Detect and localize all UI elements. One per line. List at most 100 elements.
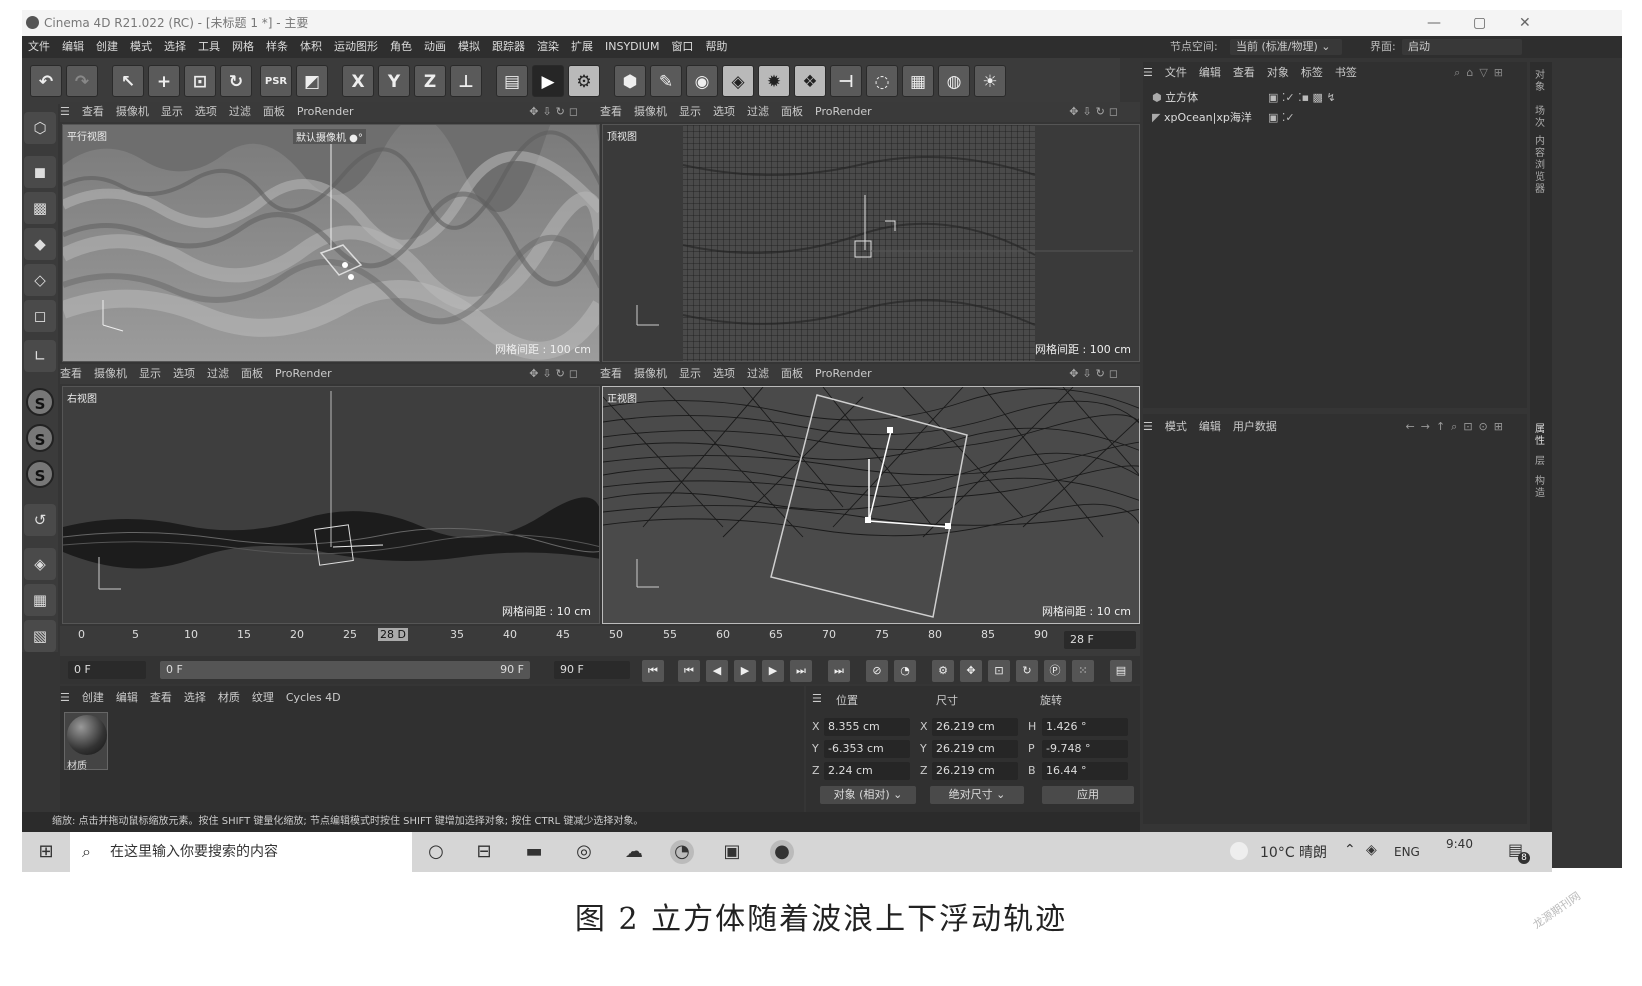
tab-objects[interactable]: 对象 <box>1535 70 1547 94</box>
menu-create[interactable]: 创建 <box>90 36 124 58</box>
go-to-end-icon[interactable]: ⏭ <box>828 660 850 682</box>
magnet-icon[interactable]: ↺ <box>24 504 56 536</box>
paint-icon[interactable]: ◌ <box>866 65 898 97</box>
cloner-icon[interactable]: ❖ <box>794 65 826 97</box>
viewport-nav-icons[interactable]: ✥⇩↻◻ <box>529 364 582 384</box>
input-language[interactable]: ENG <box>1394 845 1420 859</box>
y-axis-lock-icon[interactable]: Y <box>378 65 410 97</box>
om-view-menu[interactable]: 查看 <box>1233 66 1255 79</box>
viewport-nav-icons[interactable]: ✥⇩↻◻ <box>1069 364 1122 384</box>
wechat-icon[interactable]: ☁ <box>622 840 646 864</box>
video-app-icon[interactable]: ▣ <box>720 840 744 864</box>
size-z-field[interactable]: 26.219 cm <box>932 762 1018 780</box>
panel-menu[interactable]: 面板 <box>241 367 263 380</box>
current-frame-field[interactable]: 28 F <box>1064 631 1136 649</box>
options-menu[interactable]: 选项 <box>713 105 735 118</box>
om-file-menu[interactable]: 文件 <box>1165 66 1187 79</box>
workplane-icon[interactable]: ◈ <box>24 548 56 580</box>
menu-mograph[interactable]: 运动图形 <box>328 36 384 58</box>
tab-content-browser[interactable]: 内容浏览器 <box>1535 136 1547 196</box>
z-axis-lock-icon[interactable]: Z <box>414 65 446 97</box>
end-frame-field[interactable]: 90 F <box>554 661 630 679</box>
pla-key-icon[interactable]: ⁙ <box>1072 660 1094 682</box>
display-menu[interactable]: 显示 <box>139 367 161 380</box>
timeline-window-icon[interactable]: ▤ <box>1110 660 1132 682</box>
position-z-field[interactable]: 2.24 cm <box>824 762 910 780</box>
camera-menu[interactable]: 摄像机 <box>634 105 667 118</box>
psr-icon[interactable]: PSR <box>260 65 292 97</box>
menu-spline[interactable]: 样条 <box>260 36 294 58</box>
task-view-icon[interactable]: ⊟ <box>472 840 496 864</box>
visibility-check-icon[interactable]: ▣ ⁚✓ <box>1268 108 1295 128</box>
display-menu[interactable]: 显示 <box>679 367 701 380</box>
recent-tool-icon[interactable]: ◩ <box>296 65 328 97</box>
viewport-nav-icons[interactable]: ✥⇩↻◻ <box>1069 102 1122 122</box>
rotation-h-field[interactable]: 1.426 ° <box>1042 718 1128 736</box>
menu-mode[interactable]: 模式 <box>124 36 158 58</box>
rotation-key-icon[interactable]: ↻ <box>1016 660 1038 682</box>
go-to-start-icon[interactable]: ⏮ <box>642 660 664 682</box>
menu-select[interactable]: 选择 <box>158 36 192 58</box>
redo-icon[interactable]: ↷ <box>66 65 98 97</box>
weather-text[interactable]: 10°C 晴朗 <box>1260 842 1327 862</box>
pen-tool-icon[interactable]: ✎ <box>650 65 682 97</box>
options-menu[interactable]: 选项 <box>195 105 217 118</box>
am-mode-menu[interactable]: 模式 <box>1165 420 1187 433</box>
cinema4d-taskbar-icon[interactable]: ● <box>770 840 794 864</box>
snap-grid-icon[interactable]: S <box>26 460 54 488</box>
autokey-icon[interactable]: ◔ <box>894 660 916 682</box>
camera-menu[interactable]: 摄像机 <box>116 105 149 118</box>
view-menu[interactable]: 查看 <box>600 367 622 380</box>
menu-render[interactable]: 渲染 <box>531 36 565 58</box>
tab-structure[interactable]: 构造 <box>1535 476 1547 500</box>
points-mode-icon[interactable]: ◆ <box>24 228 56 260</box>
layout-dropdown[interactable]: 启动 <box>1402 39 1522 55</box>
size-y-field[interactable]: 26.219 cm <box>932 740 1018 758</box>
undo-icon[interactable]: ↶ <box>30 65 62 97</box>
panel-menu[interactable]: 面板 <box>781 105 803 118</box>
tab-attributes[interactable]: 属性 <box>1535 424 1547 448</box>
scale-tool-icon[interactable]: ⊡ <box>184 65 216 97</box>
panel-menu[interactable]: 面板 <box>781 367 803 380</box>
position-y-field[interactable]: -6.353 cm <box>824 740 910 758</box>
field-icon[interactable]: ⊣ <box>830 65 862 97</box>
scale-key-icon[interactable]: ⊡ <box>988 660 1010 682</box>
start-frame-field[interactable]: 0 F <box>68 661 146 679</box>
snap-settings-icon[interactable]: S <box>26 424 54 452</box>
render-region-icon[interactable]: ▤ <box>496 65 528 97</box>
menu-icon[interactable]: ☰ <box>60 691 70 704</box>
menu-animate[interactable]: 动画 <box>418 36 452 58</box>
previous-key-icon[interactable]: ⏮ <box>678 660 700 682</box>
rotate-tool-icon[interactable]: ↻ <box>220 65 252 97</box>
visibility-check-icon[interactable]: ▣ ⁚✓ ⁚▪ ▩ ↯ <box>1268 88 1336 108</box>
move-tool-icon[interactable]: + <box>148 65 180 97</box>
menu-character[interactable]: 角色 <box>384 36 418 58</box>
prorender-menu[interactable]: ProRender <box>815 367 872 380</box>
options-menu[interactable]: 选项 <box>713 367 735 380</box>
panel-menu[interactable]: 面板 <box>263 105 285 118</box>
tray-chevron-icon[interactable]: ⌃ <box>1344 842 1356 858</box>
timeline-ruler[interactable]: 0 5 10 15 20 25 28 D 35 40 45 50 55 60 6… <box>60 626 1140 656</box>
viewport-top[interactable]: 顶视图 网格间距 : 100 cm <box>602 124 1140 362</box>
mm-material-menu[interactable]: 材质 <box>218 691 240 704</box>
menu-icon[interactable]: ☰ <box>1143 66 1153 79</box>
menu-mesh[interactable]: 网格 <box>226 36 260 58</box>
camera-menu[interactable]: 摄像机 <box>94 367 127 380</box>
timeline-playhead[interactable]: 28 D <box>378 628 408 641</box>
view-menu[interactable]: 查看 <box>82 105 104 118</box>
object-row-ocean[interactable]: ◤ xpOcean|xp海洋 ▣ ⁚✓ <box>1152 108 1522 128</box>
camera-label[interactable]: 默认摄像机 ●° <box>293 129 366 144</box>
filter-menu[interactable]: 过滤 <box>747 105 769 118</box>
rotation-b-field[interactable]: 16.44 ° <box>1042 762 1128 780</box>
am-userdata-menu[interactable]: 用户数据 <box>1233 420 1277 433</box>
next-key-icon[interactable]: ⏭ <box>790 660 812 682</box>
display-menu[interactable]: 显示 <box>161 105 183 118</box>
mm-create-menu[interactable]: 创建 <box>82 691 104 704</box>
previous-frame-icon[interactable]: ◀ <box>706 660 728 682</box>
floor-icon[interactable]: ▦ <box>902 65 934 97</box>
mm-cycles-menu[interactable]: Cycles 4D <box>286 691 341 704</box>
clock-time[interactable]: 9:40 <box>1446 837 1473 851</box>
menu-window[interactable]: 窗口 <box>665 36 699 58</box>
position-key-icon[interactable]: ✥ <box>960 660 982 682</box>
record-keys-icon[interactable]: ⊘ <box>866 660 888 682</box>
